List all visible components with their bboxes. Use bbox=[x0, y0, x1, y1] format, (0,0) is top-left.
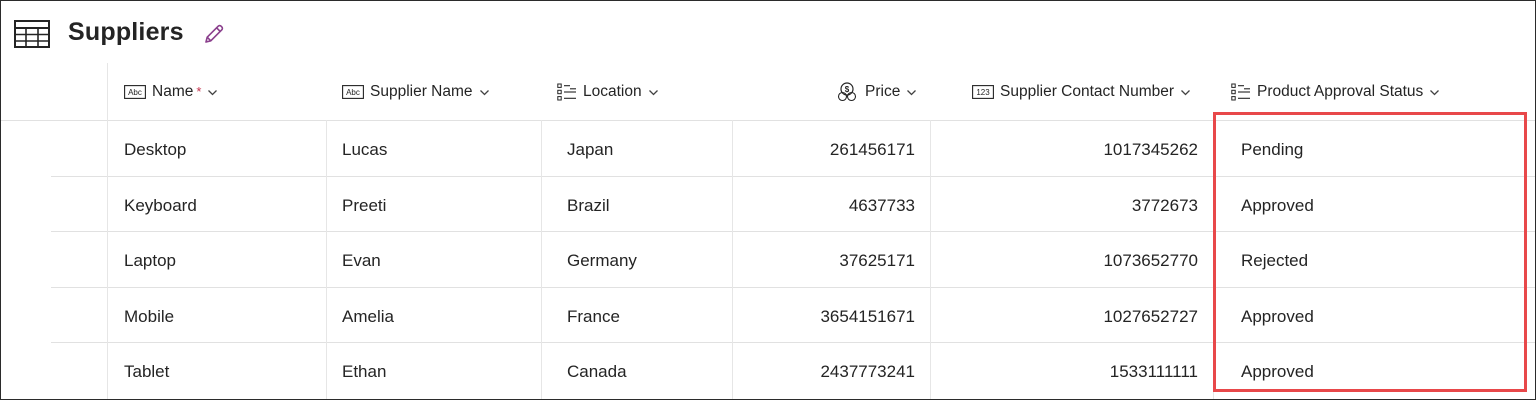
column-divider bbox=[930, 120, 931, 399]
cell-supplier[interactable]: Preeti bbox=[342, 178, 386, 234]
row-divider bbox=[51, 287, 1535, 288]
column-header-label: Supplier Name bbox=[370, 83, 473, 100]
cell-price[interactable]: 4637733 bbox=[849, 178, 915, 234]
column-header-label: Name bbox=[152, 83, 194, 100]
chevron-down-icon[interactable] bbox=[1429, 87, 1440, 98]
cell-price[interactable]: 261456171 bbox=[830, 122, 915, 178]
cell-contact[interactable]: 1073652770 bbox=[1103, 233, 1198, 289]
column-header-label: Price bbox=[865, 83, 901, 100]
cell-contact[interactable]: 1027652727 bbox=[1103, 289, 1198, 345]
svg-text:123: 123 bbox=[976, 88, 990, 97]
required-marker: * bbox=[196, 83, 202, 99]
choice-list-icon bbox=[1231, 83, 1251, 101]
svg-text:Abc: Abc bbox=[346, 88, 360, 97]
cell-location[interactable]: Japan bbox=[567, 122, 613, 178]
page-title: Suppliers bbox=[68, 18, 184, 46]
cell-contact[interactable]: 1533111111 bbox=[1110, 344, 1198, 400]
cell-name[interactable]: Desktop bbox=[124, 122, 186, 178]
cell-location[interactable]: Brazil bbox=[567, 178, 610, 234]
cell-price[interactable]: 3654151671 bbox=[820, 289, 915, 345]
chevron-down-icon[interactable] bbox=[1180, 87, 1191, 98]
app-frame: Suppliers Abc Name * Abc Supplier Name Locati… bbox=[0, 0, 1536, 400]
column-header-label: Supplier Contact Number bbox=[1000, 83, 1175, 100]
column-divider bbox=[541, 120, 542, 399]
column-divider bbox=[107, 63, 108, 399]
abc-text-icon: Abc bbox=[124, 85, 146, 99]
choice-list-icon bbox=[557, 83, 577, 101]
chevron-down-icon[interactable] bbox=[479, 87, 490, 98]
cell-contact[interactable]: 1017345262 bbox=[1103, 122, 1198, 178]
cell-status[interactable]: Approved bbox=[1241, 289, 1314, 345]
cell-name[interactable]: Mobile bbox=[124, 289, 174, 345]
cell-location[interactable]: Germany bbox=[567, 233, 637, 289]
table-grid-icon bbox=[14, 20, 50, 48]
column-divider bbox=[326, 120, 327, 399]
cell-status[interactable]: Approved bbox=[1241, 344, 1314, 400]
cell-supplier[interactable]: Evan bbox=[342, 233, 381, 289]
cell-contact[interactable]: 3772673 bbox=[1132, 178, 1198, 234]
cell-name[interactable]: Tablet bbox=[124, 344, 169, 400]
chevron-down-icon[interactable] bbox=[207, 87, 218, 98]
number-123-icon: 123 bbox=[972, 85, 994, 99]
svg-text:Abc: Abc bbox=[128, 88, 142, 97]
cell-location[interactable]: Canada bbox=[567, 344, 627, 400]
cell-location[interactable]: France bbox=[567, 289, 620, 345]
column-divider bbox=[732, 120, 733, 399]
row-divider bbox=[51, 176, 1535, 177]
column-header-label: Product Approval Status bbox=[1257, 83, 1424, 100]
cell-status[interactable]: Pending bbox=[1241, 122, 1303, 178]
pencil-icon[interactable] bbox=[202, 22, 226, 46]
cell-supplier[interactable]: Ethan bbox=[342, 344, 386, 400]
column-header-contact[interactable]: 123 Supplier Contact Number bbox=[972, 79, 1191, 105]
abc-text-icon: Abc bbox=[342, 85, 364, 99]
cell-status[interactable]: Approved bbox=[1241, 178, 1314, 234]
header-divider bbox=[1, 120, 1535, 121]
title-bar: Suppliers bbox=[1, 1, 1535, 65]
currency-icon: $ bbox=[837, 82, 859, 102]
chevron-down-icon[interactable] bbox=[648, 87, 659, 98]
cell-price[interactable]: 2437773241 bbox=[820, 344, 915, 400]
cell-name[interactable]: Keyboard bbox=[124, 178, 197, 234]
cell-supplier[interactable]: Lucas bbox=[342, 122, 387, 178]
column-header-status[interactable]: Product Approval Status bbox=[1231, 79, 1440, 105]
column-header-name[interactable]: Abc Name * bbox=[124, 79, 218, 105]
column-header-price[interactable]: $ Price bbox=[837, 79, 917, 105]
cell-status[interactable]: Rejected bbox=[1241, 233, 1308, 289]
column-header-label: Location bbox=[583, 83, 642, 100]
cell-price[interactable]: 37625171 bbox=[839, 233, 915, 289]
column-header-location[interactable]: Location bbox=[557, 79, 659, 105]
column-divider bbox=[1213, 120, 1214, 399]
cell-name[interactable]: Laptop bbox=[124, 233, 176, 289]
chevron-down-icon[interactable] bbox=[906, 87, 917, 98]
column-header-supplier[interactable]: Abc Supplier Name bbox=[342, 79, 490, 105]
cell-supplier[interactable]: Amelia bbox=[342, 289, 394, 345]
